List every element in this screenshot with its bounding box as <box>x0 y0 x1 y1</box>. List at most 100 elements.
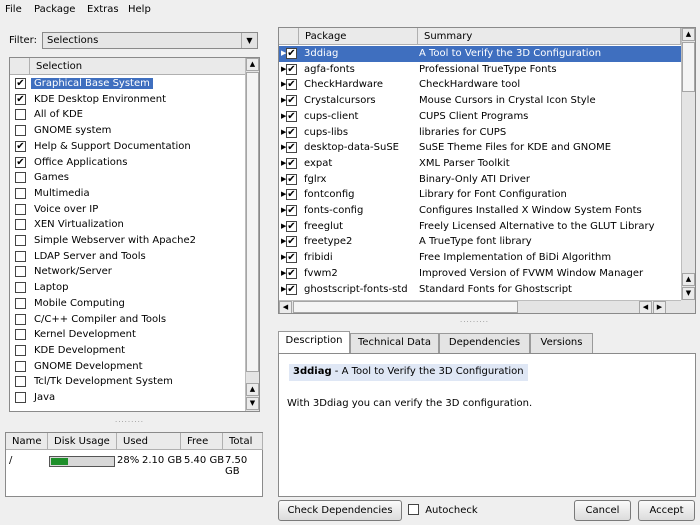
table-row[interactable]: ▶ ✔ fonts-config Configures Installed X Win… <box>279 203 681 219</box>
summary-column-header[interactable]: Summary <box>418 28 681 45</box>
checked-checkbox[interactable]: ✔ <box>286 189 297 201</box>
checkbox[interactable] <box>15 360 26 372</box>
checkbox[interactable] <box>15 235 26 246</box>
disk-col-free[interactable]: Free <box>181 433 223 450</box>
checkbox[interactable] <box>15 109 26 121</box>
table-row[interactable]: ▶ ✔ fvwm2 Improved Version of FVWM Window M… <box>279 266 681 282</box>
tab-versions[interactable]: Versions <box>530 333 593 353</box>
tab-technical-data[interactable]: Technical Data <box>350 333 439 353</box>
table-row[interactable]: ▶ ✔ freeglut Freely Licensed Alternative to… <box>279 219 681 235</box>
checkbox[interactable] <box>15 392 26 403</box>
check-dependencies-button[interactable]: Check Dependencies <box>278 500 402 521</box>
checked-checkbox[interactable]: ✔ <box>286 63 297 75</box>
checked-checkbox[interactable]: ✔ <box>286 95 297 107</box>
scroll-down-icon[interactable]: ▼ <box>246 397 259 410</box>
checked-checkbox[interactable]: ✔ <box>286 236 297 248</box>
checked-checkbox[interactable]: ✔ <box>286 157 297 169</box>
checkbox[interactable] <box>15 219 26 231</box>
list-item[interactable]: Mobile Computing <box>10 296 245 312</box>
package-vertical-scrollbar[interactable]: ▲ ▲ ▼ <box>681 28 695 300</box>
checked-checkbox[interactable]: ✔ <box>286 79 297 91</box>
checkbox[interactable] <box>15 297 26 309</box>
checked-checkbox[interactable]: ✔ <box>15 156 26 168</box>
table-row[interactable]: ▶ ✔ fglrx Binary-Only ATI Driver <box>279 172 681 188</box>
list-item[interactable]: Voice over IP <box>10 202 245 218</box>
table-row[interactable]: ▶ ✔ 3ddiag A Tool to Verify the 3D Configur… <box>279 46 681 62</box>
table-row[interactable]: ▶ ✔ agfa-fonts Professional TrueType Fonts <box>279 62 681 78</box>
package-column-header[interactable]: Package <box>299 28 418 45</box>
checked-checkbox[interactable]: ✔ <box>286 110 297 122</box>
table-row[interactable]: ▶ ✔ expat XML Parser Toolkit <box>279 156 681 172</box>
table-row[interactable]: ▶ ✔ cups-libs libraries for CUPS <box>279 125 681 141</box>
checkbox[interactable] <box>15 376 26 388</box>
table-row[interactable]: ▶ ✔ desktop-data-SuSE SuSE Theme Files for … <box>279 140 681 156</box>
list-item[interactable]: All of KDE <box>10 107 245 123</box>
checkbox[interactable] <box>15 250 26 262</box>
checked-checkbox[interactable]: ✔ <box>15 93 26 105</box>
tab-description[interactable]: Description <box>278 331 350 354</box>
scroll-left-icon[interactable]: ◀ <box>639 301 652 313</box>
list-item[interactable]: Games <box>10 170 245 186</box>
list-item[interactable]: GNOME Development <box>10 359 245 375</box>
checked-checkbox[interactable]: ✔ <box>286 142 297 154</box>
menu-file[interactable]: File <box>5 4 22 15</box>
table-row[interactable]: ▶ ✔ cups-client CUPS Client Programs <box>279 109 681 125</box>
table-row[interactable]: ▶ ✔ CheckHardware CheckHardware tool <box>279 77 681 93</box>
list-item[interactable]: Multimedia <box>10 186 245 202</box>
scroll-up-icon[interactable]: ▲ <box>246 383 259 396</box>
selection-column-header[interactable]: Selection <box>30 58 246 75</box>
scroll-left-icon[interactable]: ◀ <box>279 301 292 313</box>
list-item[interactable]: KDE Development <box>10 343 245 359</box>
splitter-handle[interactable]: ········· <box>115 418 144 426</box>
checked-checkbox[interactable]: ✔ <box>286 205 297 216</box>
checked-checkbox[interactable]: ✔ <box>286 48 297 59</box>
list-item[interactable]: ✔ Help & Support Documentation <box>10 139 245 155</box>
autocheck-checkbox[interactable]: Autocheck <box>408 504 478 516</box>
list-item[interactable]: Java <box>10 390 245 406</box>
accept-button[interactable]: Accept <box>638 500 695 521</box>
checked-checkbox[interactable]: ✔ <box>286 267 297 279</box>
checked-checkbox[interactable]: ✔ <box>286 173 297 185</box>
list-item[interactable]: ✔ Office Applications <box>10 155 245 171</box>
scroll-down-icon[interactable]: ▼ <box>682 287 695 300</box>
disk-col-name[interactable]: Name <box>6 433 48 450</box>
checkbox[interactable] <box>15 313 26 325</box>
list-item[interactable]: LDAP Server and Tools <box>10 249 245 265</box>
checkbox[interactable] <box>15 125 26 137</box>
checked-checkbox[interactable]: ✔ <box>286 220 297 232</box>
checked-checkbox[interactable]: ✔ <box>286 252 297 264</box>
checkbox[interactable] <box>15 203 26 215</box>
checkbox[interactable] <box>15 329 26 341</box>
table-row[interactable]: ▶ ✔ freetype2 A TrueType font library <box>279 234 681 250</box>
list-item[interactable]: ✔ Graphical Base System <box>10 76 245 92</box>
table-row[interactable]: ▶ ✔ fontconfig Library for Font Configurati… <box>279 187 681 203</box>
package-horizontal-scrollbar[interactable]: ◀ ◀ ▶ <box>279 300 681 313</box>
cancel-button[interactable]: Cancel <box>574 500 631 521</box>
scrollbar-thumb[interactable] <box>246 72 259 372</box>
list-item[interactable]: Kernel Development <box>10 327 245 343</box>
checkbox[interactable] <box>15 172 26 184</box>
menu-help[interactable]: Help <box>128 4 151 15</box>
scroll-up-icon[interactable]: ▲ <box>246 58 259 71</box>
table-row[interactable]: ▶ ✔ ghostscript-fonts-std Standard Fonts fo… <box>279 282 681 298</box>
autocheck-box[interactable] <box>408 504 419 515</box>
checked-checkbox[interactable]: ✔ <box>15 140 26 152</box>
list-item[interactable]: GNOME system <box>10 123 245 139</box>
tab-dependencies[interactable]: Dependencies <box>439 333 530 353</box>
checkbox[interactable] <box>15 282 26 294</box>
selection-scrollbar[interactable]: ▲ ▲ ▼ <box>245 58 259 411</box>
scrollbar-thumb[interactable] <box>293 301 518 313</box>
list-item[interactable]: ✔ KDE Desktop Environment <box>10 92 245 108</box>
checked-checkbox[interactable]: ✔ <box>286 283 297 295</box>
selection-check-column-header[interactable] <box>10 58 30 75</box>
splitter-handle[interactable]: ········· <box>460 318 489 326</box>
checkbox[interactable] <box>15 266 26 278</box>
scroll-up-icon[interactable]: ▲ <box>682 273 695 286</box>
filter-dropdown[interactable]: Selections ▼ <box>42 32 258 49</box>
list-item[interactable]: Tcl/Tk Development System <box>10 374 245 390</box>
disk-col-used[interactable]: Used <box>117 433 181 450</box>
list-item[interactable]: XEN Virtualization <box>10 217 245 233</box>
disk-col-usage[interactable]: Disk Usage <box>48 433 117 450</box>
package-check-column-header[interactable] <box>279 28 299 45</box>
scroll-up-icon[interactable]: ▲ <box>682 28 695 41</box>
